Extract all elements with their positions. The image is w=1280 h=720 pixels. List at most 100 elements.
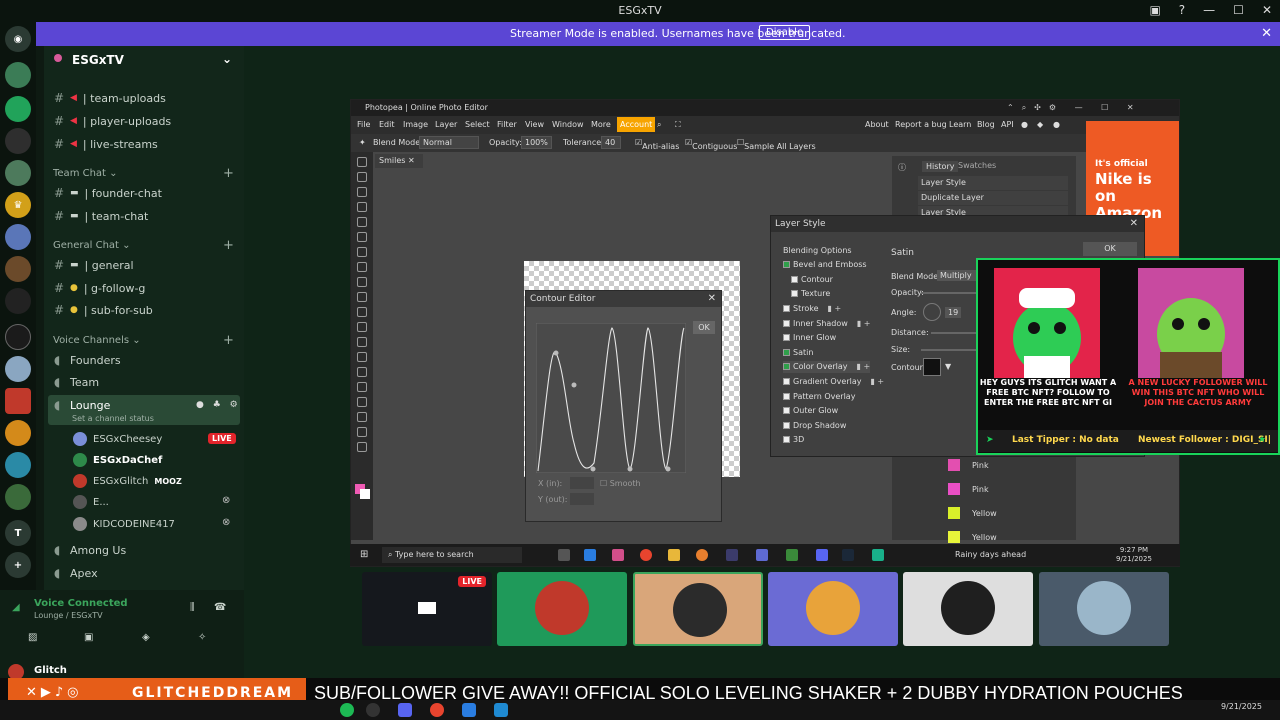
layer-style-checkbox[interactable] [783, 421, 790, 429]
server-icon[interactable] [5, 62, 31, 88]
close-icon[interactable]: ✕ [1130, 218, 1138, 229]
server-icon[interactable] [5, 256, 31, 282]
curve-point[interactable] [571, 382, 577, 388]
layer-style-item[interactable]: Satin [783, 346, 813, 358]
reddit-icon[interactable]: ● [1021, 120, 1028, 129]
maximize-button[interactable]: ☐ [1233, 3, 1244, 17]
server-icon[interactable] [5, 388, 31, 414]
vscode-icon[interactable] [462, 703, 476, 717]
chevron-down-icon[interactable]: ▼ [945, 362, 951, 371]
channel-status[interactable]: Set a channel status [72, 414, 154, 423]
blend-mode-select[interactable]: Multiply [937, 270, 977, 281]
server-icon[interactable] [5, 160, 31, 186]
taskbar-search[interactable]: ⌕ Type here to search [382, 547, 522, 563]
info-icon[interactable]: ⓘ [898, 162, 906, 173]
link-report-bug[interactable]: Report a bug [895, 120, 947, 129]
move-tool-icon[interactable] [357, 157, 367, 167]
server-icon[interactable] [5, 420, 31, 446]
twitter-icon[interactable]: ◆ [1037, 120, 1043, 129]
blur-tool-icon[interactable] [357, 337, 367, 347]
voice-channel-among-us[interactable]: ◖ Among Us [54, 541, 126, 559]
windows-start-icon[interactable]: ⊞ [360, 549, 368, 560]
distance-slider[interactable] [931, 332, 977, 334]
layer-style-item[interactable]: Pattern Overlay [783, 390, 855, 402]
link-learn[interactable]: Learn [949, 120, 971, 129]
layer-style-item[interactable]: 3D [783, 434, 804, 446]
add-channel-icon[interactable]: + [223, 166, 234, 181]
stream-thumbnail[interactable]: LIVE [362, 572, 492, 646]
gradient-tool-icon[interactable] [357, 322, 367, 332]
wand-tool-icon[interactable] [357, 202, 367, 212]
link-blog[interactable]: Blog [977, 120, 995, 129]
channel-general[interactable]: # ▬ | general [54, 256, 134, 274]
facebook-icon[interactable]: ● [1053, 120, 1060, 129]
contiguous-checkbox[interactable]: ☑ Contiguous [685, 138, 737, 151]
menu-filter[interactable]: Filter [497, 120, 517, 129]
sample-all-layers-checkbox[interactable]: ☐ Sample All Layers [737, 138, 816, 151]
minimize-button[interactable]: — [1203, 3, 1215, 17]
add-channel-icon[interactable]: + [223, 238, 234, 253]
activity-icon[interactable]: ◈ [142, 632, 150, 643]
stream-thumbnail[interactable] [768, 572, 898, 646]
server-icon[interactable] [5, 96, 31, 122]
server-icon[interactable] [5, 288, 31, 314]
lasso-tool-icon[interactable] [357, 187, 367, 197]
add-effect-icon[interactable]: ▮ + [857, 362, 871, 371]
background-color[interactable] [360, 489, 370, 499]
channel-player-uploads[interactable]: # ◀ | player-uploads [54, 112, 171, 130]
history-brush-icon[interactable] [357, 292, 367, 302]
category-general-chat[interactable]: General Chat ⌄ [53, 240, 131, 256]
soundboard-icon[interactable]: ✧ [198, 632, 206, 643]
voice-user[interactable]: ESGxDaChef [73, 451, 162, 469]
photopea-icon[interactable] [872, 549, 884, 561]
layer-style-item[interactable]: Stroke ▮ + [783, 302, 841, 314]
tolerance-input[interactable]: 40 [601, 136, 621, 149]
server-header[interactable]: ESGxTV ⌄ [44, 50, 244, 72]
channel-g-follow-g[interactable]: # ● | g-follow-g [54, 279, 145, 297]
menu-edit[interactable]: Edit [379, 120, 395, 129]
voice-user[interactable]: ESGxGlitch MOOZ [73, 472, 182, 490]
y-out-input[interactable] [570, 493, 594, 505]
layer-style-checkbox[interactable] [783, 377, 790, 385]
tab-history[interactable]: History [922, 161, 959, 172]
pen-tool-icon[interactable] [357, 367, 367, 377]
zoom-tool-icon[interactable] [357, 442, 367, 452]
chrome-icon[interactable] [430, 703, 444, 717]
menu-window[interactable]: Window [552, 120, 584, 129]
layer-style-checkbox[interactable] [783, 363, 790, 371]
close-icon[interactable]: ✕ [708, 293, 716, 304]
curve-point[interactable] [627, 466, 633, 472]
stream-thumbnail[interactable] [497, 572, 627, 646]
layer-style-checkbox[interactable] [791, 290, 798, 298]
heal-tool-icon[interactable] [357, 247, 367, 257]
crown-server-icon[interactable]: ♛ [5, 192, 31, 218]
layer-style-item[interactable]: Bevel and Emboss [783, 259, 867, 271]
close-tab-icon[interactable]: ✕ [408, 156, 415, 165]
path-select-icon[interactable] [357, 397, 367, 407]
add-effect-icon[interactable]: ▮ + [828, 304, 842, 313]
channel-team-chat[interactable]: # ▬ | team-chat [54, 207, 148, 225]
eraser-tool-icon[interactable] [357, 307, 367, 317]
angle-input[interactable]: 19 [945, 307, 962, 318]
help-icon[interactable]: ? [1179, 3, 1185, 17]
curve-point[interactable] [553, 350, 559, 356]
layer-style-item[interactable]: Inner Glow [783, 332, 836, 344]
category-team-chat[interactable]: Team Chat ⌄ [53, 168, 118, 184]
ok-button[interactable]: OK [693, 321, 715, 334]
layer-style-item[interactable]: Drop Shadow [783, 419, 846, 431]
smooth-checkbox[interactable]: ☐ Smooth [600, 479, 641, 488]
layer-style-item[interactable]: Blending Options [783, 244, 852, 256]
disconnect-icon[interactable]: ☎ [214, 602, 226, 613]
edge-icon[interactable] [584, 549, 596, 561]
layer-style-checkbox[interactable] [783, 334, 790, 342]
menu-image[interactable]: Image [403, 120, 428, 129]
server-icon[interactable] [5, 356, 31, 382]
layer-style-checkbox[interactable] [791, 275, 798, 283]
server-icon[interactable] [5, 484, 31, 510]
anti-alias-checkbox[interactable]: ☑ Anti-alias [635, 138, 679, 151]
menu-more[interactable]: More [591, 120, 611, 129]
stream-thumbnail[interactable] [633, 572, 763, 646]
ok-button[interactable]: OK [1083, 242, 1137, 256]
channel-team-uploads[interactable]: # ◀ | team-uploads [54, 89, 166, 107]
blend-mode-select[interactable]: Normal [419, 136, 479, 149]
